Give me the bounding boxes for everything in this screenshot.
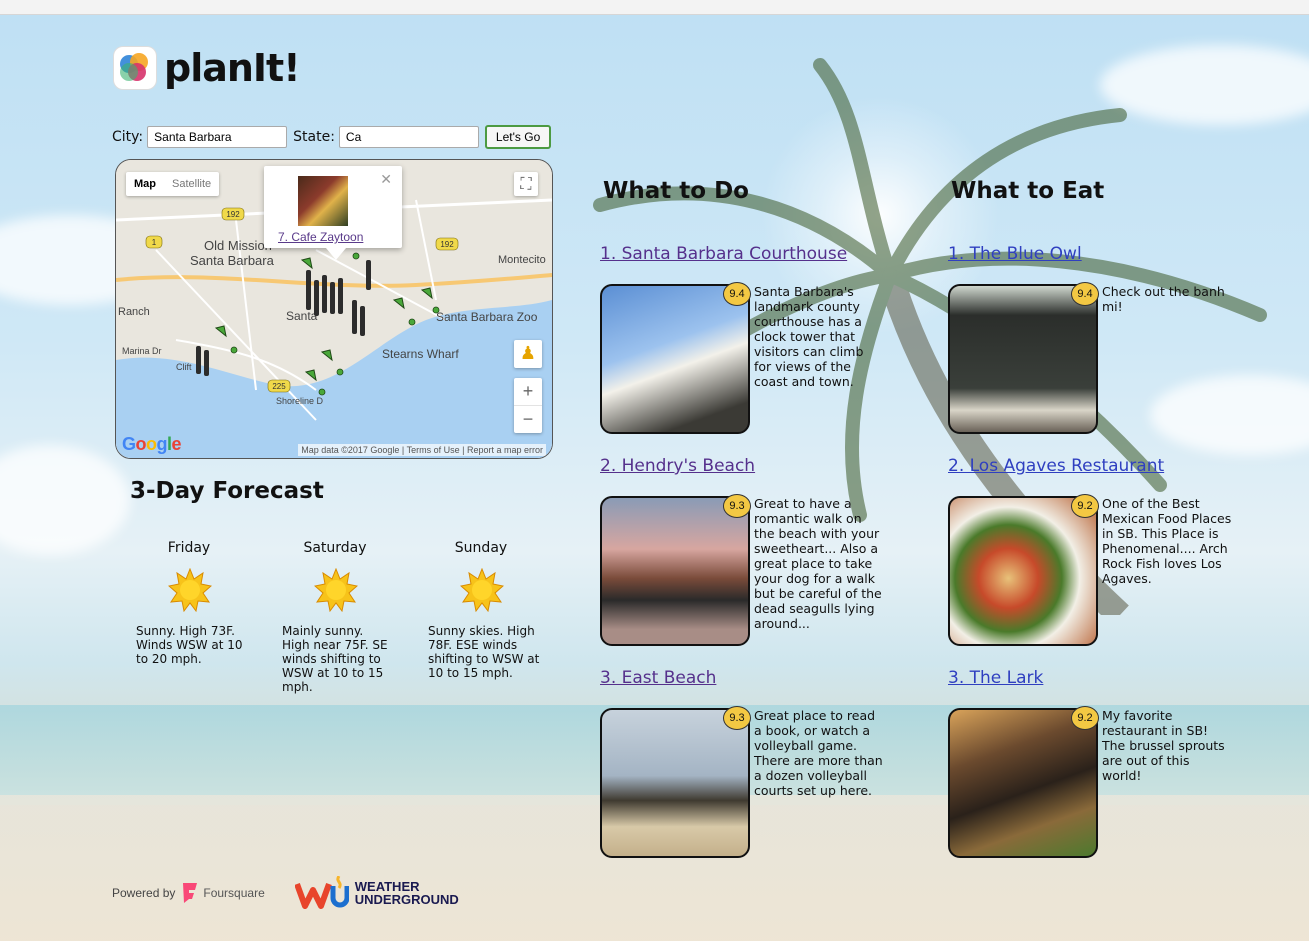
eat-item-desc: One of the Best Mexican Food Places in S…: [1102, 496, 1232, 586]
city-input[interactable]: [147, 126, 288, 148]
eat-item-photo[interactable]: [948, 496, 1098, 646]
map-label-shoreline: Shoreline D: [276, 396, 324, 406]
forecast-day-name: Sunday: [454, 540, 508, 556]
fullscreen-icon[interactable]: ⛶: [514, 172, 538, 196]
route-shield-label: 225: [272, 382, 286, 391]
browser-top-bar: [0, 0, 1309, 15]
map-label-santa-barbara: Santa Barbara: [190, 253, 275, 268]
map-widget[interactable]: 192 1 192 225 Old Mission Santa Barbara …: [115, 159, 553, 459]
map-label-sb-zoo: Santa Barbara Zoo: [436, 310, 538, 324]
sun-icon: [313, 567, 359, 613]
eat-item-desc: Check out the banh mi!: [1102, 284, 1225, 314]
rating-badge: 9.3: [723, 494, 751, 518]
logo-icon: [114, 47, 156, 89]
forecast-day: Sunday Sunny skies. High 78F. ESE winds …: [428, 540, 574, 694]
popup-thumbnail: [298, 176, 348, 226]
eat-item-link[interactable]: 3. The Lark: [948, 668, 1043, 688]
forecast-title: 3-Day Forecast: [130, 478, 324, 504]
map-label-old-mission: Old Mission: [204, 238, 272, 253]
footer-credits: Powered by Foursquare WEATHER UNDERGROUN…: [112, 876, 459, 910]
what-to-do-title: What to Do: [603, 178, 749, 204]
lets-go-button[interactable]: Let's Go: [484, 125, 552, 149]
map-label-marina: Marina Dr: [122, 346, 162, 356]
zoom-control: + −: [514, 378, 542, 433]
todo-item-link[interactable]: 1. Santa Barbara Courthouse: [600, 244, 847, 264]
google-logo[interactable]: Google: [122, 434, 182, 455]
route-shield-label: 192: [440, 240, 454, 249]
eat-item-link[interactable]: 1. The Blue Owl: [948, 244, 1082, 264]
forecast-day: Saturday Mainly sunny. High near 75F. SE…: [282, 540, 428, 694]
eat-item-link[interactable]: 2. Los Agaves Restaurant: [948, 456, 1164, 476]
city-label: City:: [112, 129, 144, 145]
popup-venue-link[interactable]: 7. Cafe Zaytoon: [278, 230, 363, 244]
app-logo[interactable]: planIt!: [114, 46, 301, 90]
eat-item-photo[interactable]: [948, 708, 1098, 858]
search-form: City: State: Let's Go: [112, 125, 552, 149]
rating-badge: 9.4: [1071, 282, 1099, 306]
forecast-day: Friday Sunny. High 73F. Winds WSW at 10 …: [136, 540, 282, 694]
close-icon[interactable]: ✕: [380, 172, 392, 188]
forecast-day-desc: Sunny skies. High 78F. ESE winds shiftin…: [428, 624, 540, 680]
forecast-days: Friday Sunny. High 73F. Winds WSW at 10 …: [136, 540, 574, 694]
todo-item-link[interactable]: 2. Hendry's Beach: [600, 456, 755, 476]
wu-logo-icon: [294, 876, 349, 909]
app-title: planIt!: [164, 46, 301, 90]
map-label-clift: Clift: [176, 362, 192, 372]
todo-item-photo[interactable]: [600, 284, 750, 434]
powered-by-label: Powered by: [112, 886, 176, 900]
route-shield-label: 1: [152, 238, 157, 247]
rating-badge: 9.3: [723, 706, 751, 730]
todo-item-photo[interactable]: [600, 708, 750, 858]
map-label-ranch: Ranch: [118, 306, 150, 318]
zoom-in-button[interactable]: +: [514, 378, 542, 405]
foursquare-label[interactable]: Foursquare: [203, 886, 264, 900]
map-info-popup: ✕ 7. Cafe Zaytoon: [264, 166, 402, 260]
zoom-out-button[interactable]: −: [514, 405, 542, 433]
route-shield-label: 192: [226, 210, 240, 219]
pegman-icon[interactable]: ♟: [514, 340, 542, 368]
foursquare-icon: [183, 883, 198, 903]
map-label-montecito: Montecito: [498, 254, 546, 266]
todo-item-desc: Great to have a romantic walk on the bea…: [754, 496, 882, 631]
wu-logo-text[interactable]: WEATHER UNDERGROUND: [355, 880, 459, 906]
map-type-toggle: Map Satellite: [126, 172, 220, 196]
wu-line2: UNDERGROUND: [354, 892, 459, 907]
todo-item-link[interactable]: 3. East Beach: [600, 668, 716, 688]
todo-item-desc: Great place to read a book, or watch a v…: [754, 708, 883, 798]
map-toggle-satellite[interactable]: Satellite: [164, 172, 219, 196]
rating-badge: 9.2: [1071, 494, 1099, 518]
map-attribution[interactable]: Map data ©2017 Google | Terms of Use | R…: [298, 444, 546, 456]
rating-badge: 9.2: [1071, 706, 1099, 730]
sun-icon: [459, 567, 505, 613]
forecast-day-desc: Mainly sunny. High near 75F. SE winds sh…: [282, 624, 388, 694]
forecast-day-name: Friday: [167, 540, 211, 556]
state-input[interactable]: [338, 126, 479, 148]
map-label-stearns-wharf: Stearns Wharf: [382, 347, 459, 361]
eat-item-photo[interactable]: [948, 284, 1098, 434]
eat-item-desc: My favorite restaurant in SB! The brusse…: [1102, 708, 1225, 783]
forecast-day-desc: Sunny. High 73F. Winds WSW at 10 to 20 m…: [136, 624, 243, 666]
map-toggle-map[interactable]: Map: [126, 172, 164, 196]
sun-icon: [167, 567, 213, 613]
todo-item-photo[interactable]: [600, 496, 750, 646]
rating-badge: 9.4: [723, 282, 751, 306]
what-to-eat-title: What to Eat: [951, 178, 1105, 204]
state-label: State:: [293, 129, 335, 145]
map-label-santa: Santa: [286, 309, 318, 323]
todo-item-desc: Santa Barbara's landmark county courthou…: [754, 284, 864, 389]
forecast-day-name: Saturday: [303, 540, 367, 556]
